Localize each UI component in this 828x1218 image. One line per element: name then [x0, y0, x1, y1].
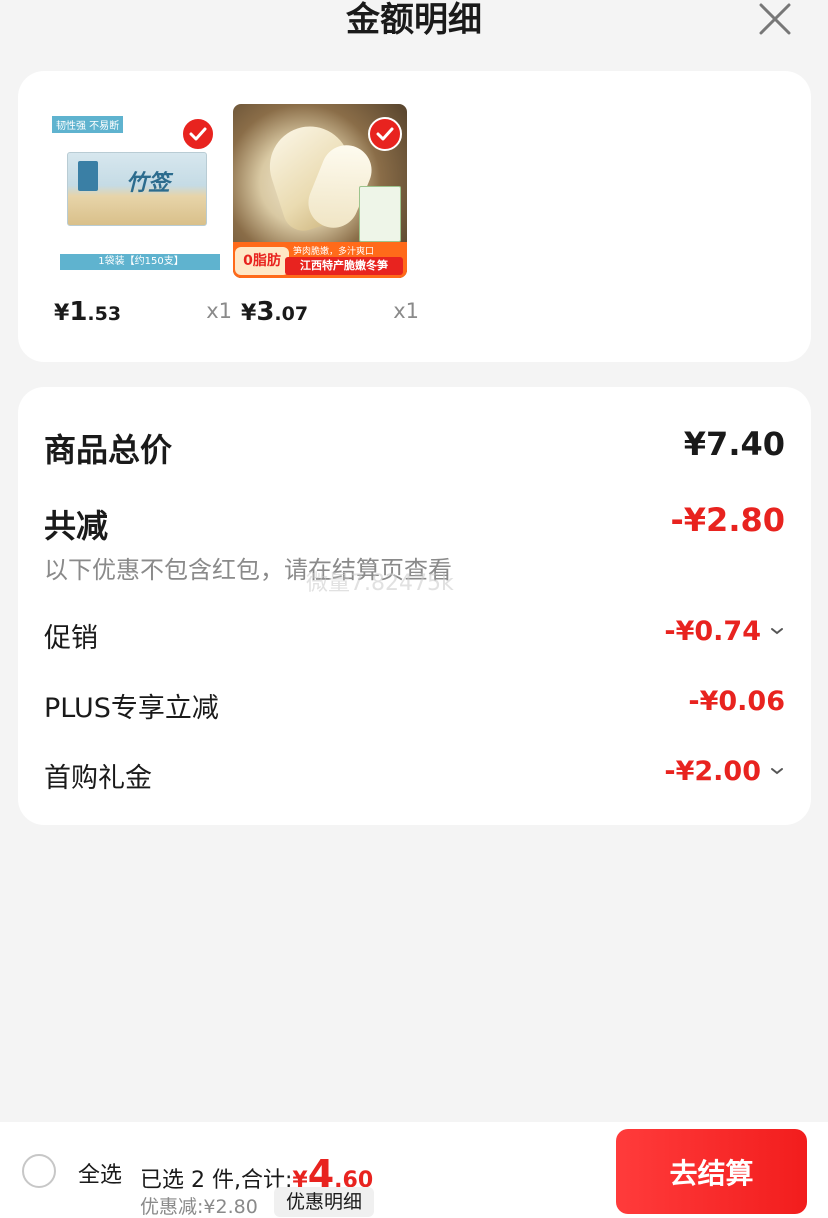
discount-label: PLUS专享立减	[44, 693, 219, 724]
price-row: ¥3.07 x1	[233, 297, 419, 337]
discount-detail-button[interactable]: 优惠明细	[274, 1187, 375, 1217]
package-image	[359, 186, 401, 242]
watermark-text: 微量7.82475k	[306, 571, 454, 596]
checkout-bar: 全选 已选 2 件,合计:¥4.60 优惠减:¥2.80 优惠明细 去结算	[0, 1122, 828, 1218]
chevron-down-icon	[771, 767, 783, 774]
close-icon	[759, 3, 791, 35]
product-price: ¥3.07	[241, 297, 309, 327]
selected-check-button[interactable]	[181, 117, 215, 151]
discount-value: -¥0.06	[688, 686, 785, 717]
product-price: ¥1.53	[54, 297, 122, 327]
fat-free-badge: 0脂肪	[235, 247, 289, 275]
products-card: 韧性强 不易断 竹签 1袋装【约150支】 ¥1.53 x1 0脂肪 笋肉脆嫩，…	[18, 71, 811, 362]
discount-value[interactable]: -¥0.74	[664, 616, 785, 647]
product-banner-title: 江西特产脆嫩冬笋	[285, 257, 403, 275]
product-tag: 韧性强 不易断	[52, 116, 124, 133]
product-item-toothpicks[interactable]: 韧性强 不易断 竹签 1袋装【约150支】 ¥1.53 x1	[46, 104, 232, 327]
selected-check-button[interactable]	[368, 117, 402, 151]
select-all-radio[interactable]	[22, 1154, 56, 1188]
discount-summary: 优惠减:¥2.80	[140, 1196, 258, 1218]
goods-total-value: ¥7.40	[683, 425, 785, 463]
product-quantity: x1	[393, 299, 419, 323]
total-reduction-value: -¥2.80	[670, 501, 786, 539]
product-thumbnail[interactable]: 0脂肪 笋肉脆嫩，多汁爽口 江西特产脆嫩冬笋	[233, 104, 407, 278]
product-quantity: x1	[206, 299, 232, 323]
total-reduction-label: 共减	[44, 507, 109, 545]
amount-detail-page: 金额明细 韧性强 不易断 竹签 1袋装【约150支】 ¥1.53 x1 0脂肪 …	[0, 0, 828, 1218]
check-icon	[376, 127, 394, 141]
check-icon	[189, 127, 207, 141]
product-subtitle: 笋肉脆嫩，多汁爽口	[293, 247, 375, 257]
selected-count-text: 已选 2 件,合计:	[140, 1168, 293, 1193]
discount-value[interactable]: -¥2.00	[664, 756, 785, 787]
close-button[interactable]	[758, 2, 792, 36]
chevron-down-icon	[771, 627, 783, 634]
goods-total-label: 商品总价	[44, 431, 173, 469]
price-summary-card: 商品总价 ¥7.40 共减 -¥2.80 以下优惠不包含红包，请在结算页查看 微…	[18, 387, 811, 825]
discount-label: 促销	[44, 623, 98, 654]
select-all-label[interactable]: 全选	[78, 1157, 122, 1189]
discount-label: 首购礼金	[44, 763, 152, 794]
brand-logo	[78, 161, 98, 191]
checkout-button[interactable]: 去结算	[616, 1129, 807, 1214]
price-row: ¥1.53 x1	[46, 297, 232, 337]
pack-band: 1袋装【约150支】	[60, 254, 220, 270]
product-thumbnail[interactable]: 韧性强 不易断 竹签 1袋装【约150支】	[46, 104, 220, 278]
product-item-bamboo-shoots[interactable]: 0脂肪 笋肉脆嫩，多汁爽口 江西特产脆嫩冬笋 ¥3.07 x1	[233, 104, 419, 327]
pack-name: 竹签	[126, 171, 171, 196]
page-title: 金额明细	[346, 0, 482, 40]
toothpick-pack-image: 竹签	[67, 152, 207, 226]
